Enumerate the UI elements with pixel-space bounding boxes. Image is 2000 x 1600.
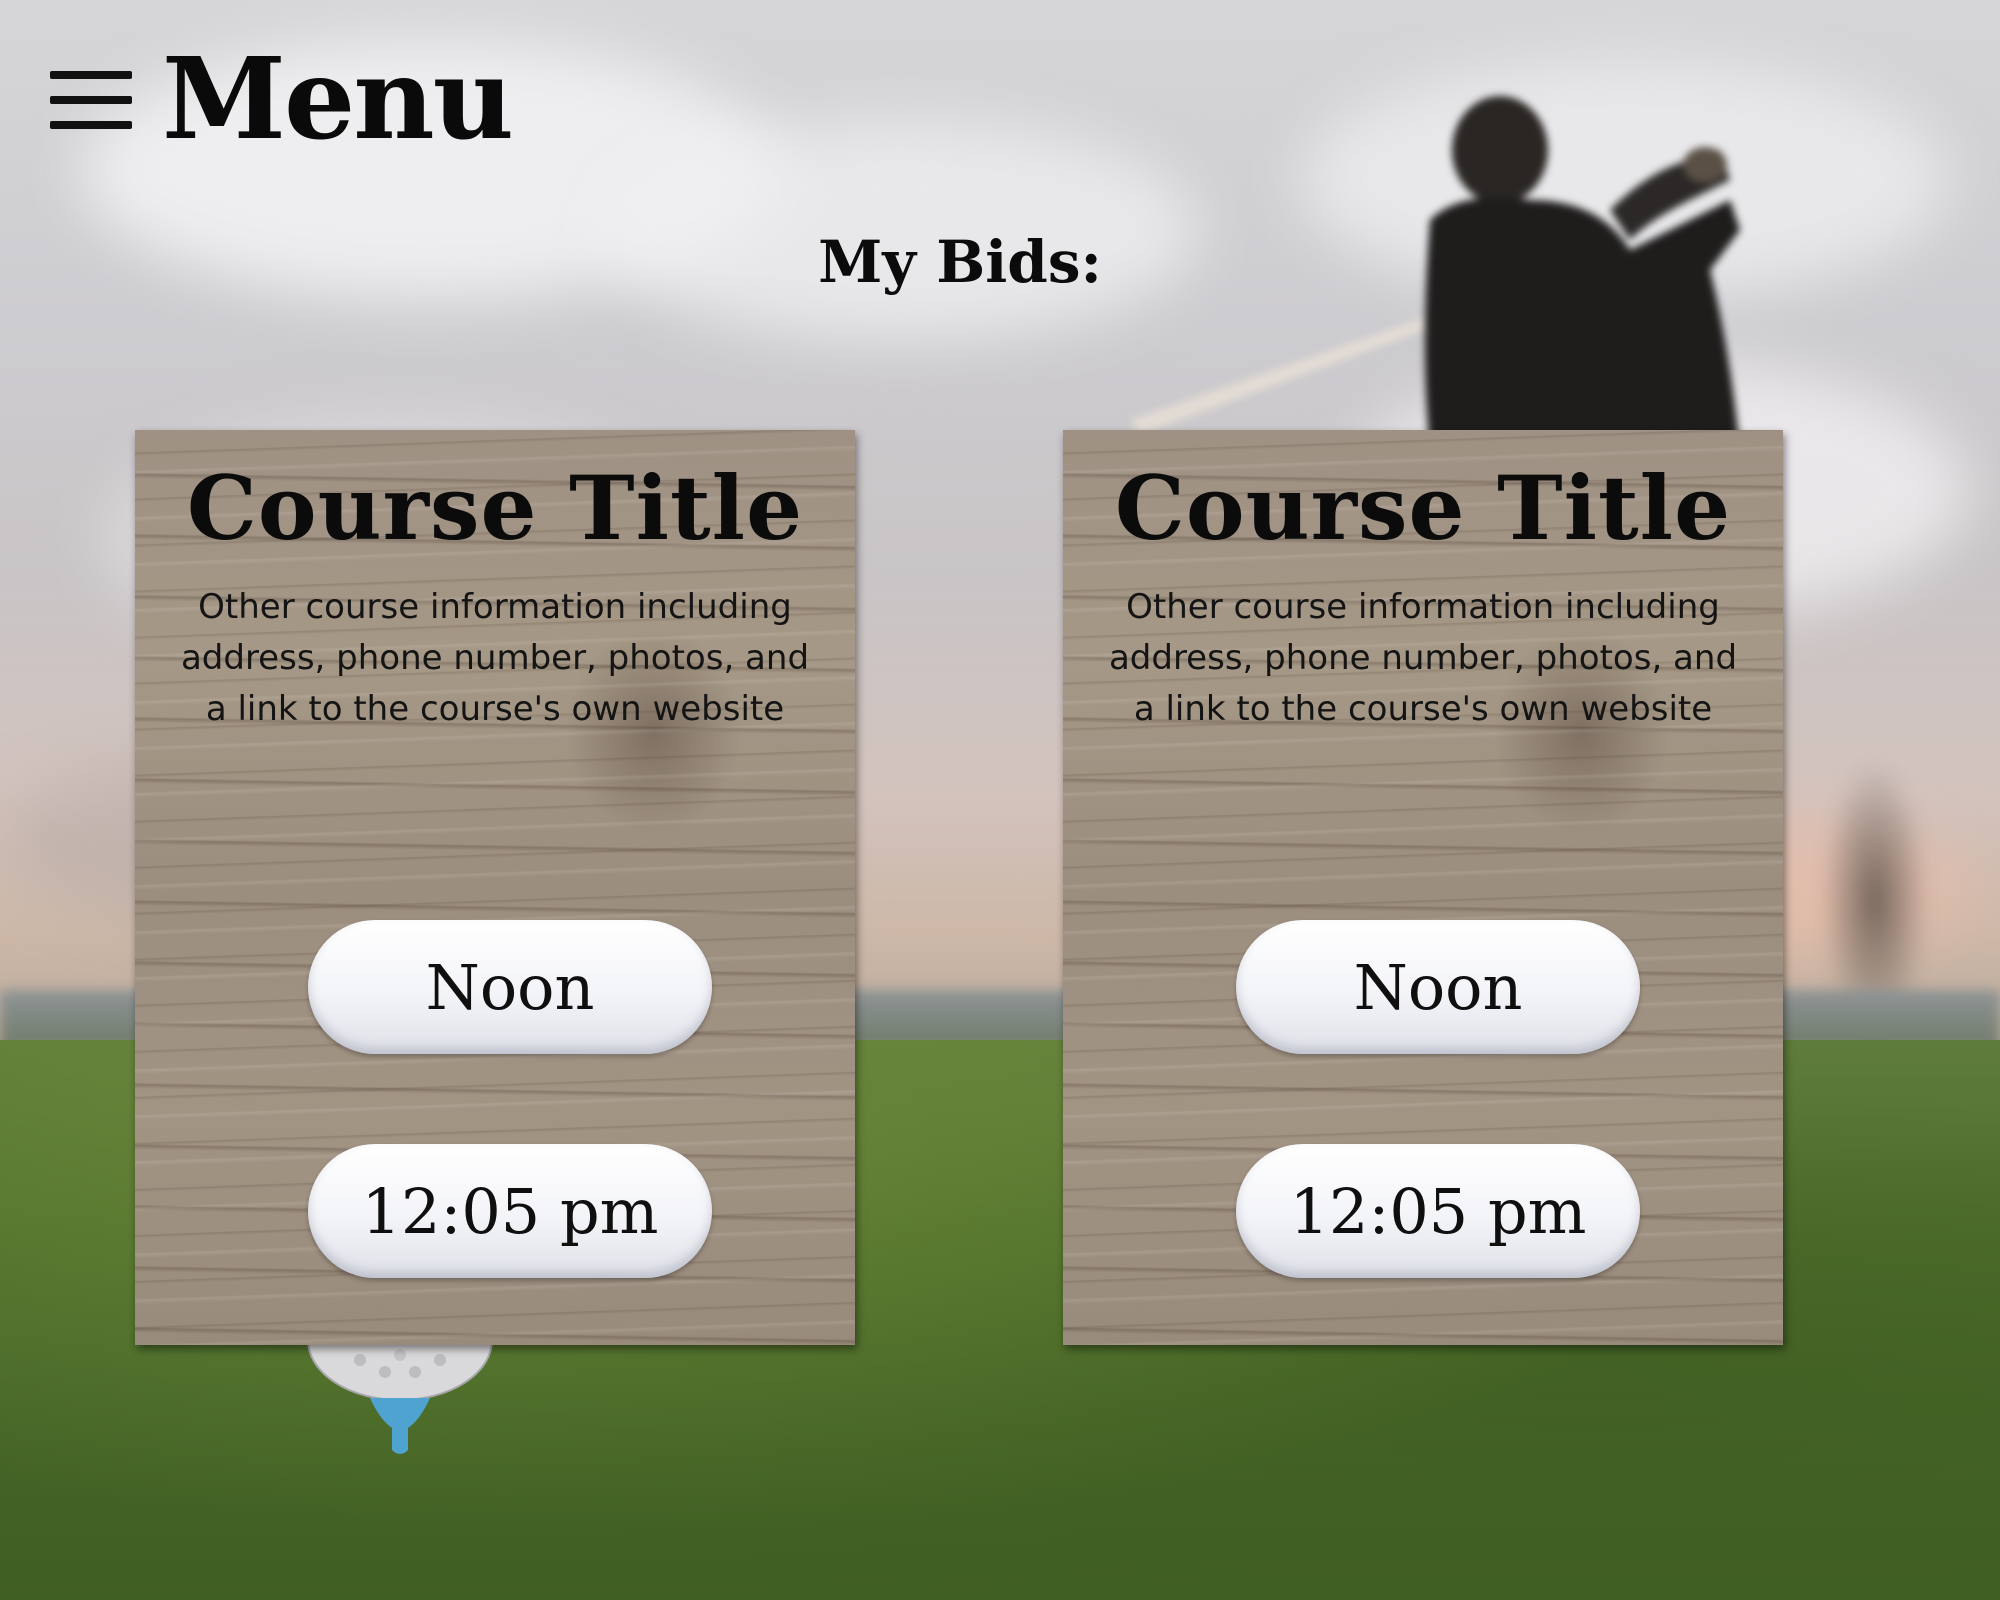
time-button[interactable]: 12:05 pm — [308, 1144, 712, 1278]
slot-button[interactable]: Noon — [1236, 920, 1640, 1054]
course-info: Other course information including addre… — [1108, 587, 1738, 729]
menu-button[interactable]: Menu — [50, 34, 514, 165]
page-title: My Bids: — [818, 228, 1102, 296]
course-info: Other course information including addre… — [180, 587, 810, 729]
bid-card[interactable]: Course Title Other course information in… — [1063, 430, 1783, 1345]
course-title: Course Title — [186, 456, 804, 560]
menu-label: Menu — [162, 34, 514, 165]
bid-card[interactable]: Course Title Other course information in… — [135, 430, 855, 1345]
hamburger-icon — [50, 71, 132, 129]
course-title: Course Title — [1114, 456, 1732, 560]
time-button[interactable]: 12:05 pm — [1236, 1144, 1640, 1278]
slot-button[interactable]: Noon — [308, 920, 712, 1054]
